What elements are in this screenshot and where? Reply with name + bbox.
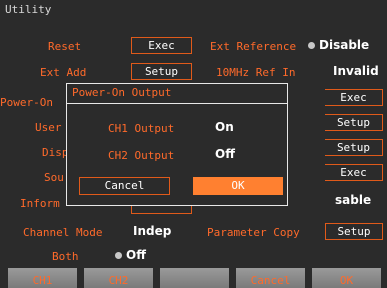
dialog-title: Power-On Output: [72, 86, 172, 99]
ext-add-setup-button[interactable]: Setup: [131, 63, 192, 80]
ch1-output-label: CH1 Output: [108, 122, 175, 135]
reset-label: Reset: [48, 40, 82, 53]
power-on-exec-button[interactable]: Exec: [325, 89, 383, 106]
softkey-blank[interactable]: [160, 268, 229, 288]
user-label[interactable]: User: [35, 121, 62, 134]
softkey-ok[interactable]: OK: [312, 268, 381, 288]
dialog-divider: [67, 103, 287, 104]
both-value[interactable]: Off: [115, 248, 146, 262]
ext-add-label: Ext Add: [40, 66, 87, 79]
ref-10mhz-value: Invalid: [333, 64, 379, 78]
ch2-output-label: CH2 Output: [108, 149, 175, 162]
power-on-label[interactable]: Power-On: [0, 96, 53, 109]
both-value-text: Off: [126, 248, 146, 262]
ch1-output-value[interactable]: On: [215, 120, 234, 134]
ok-button[interactable]: OK: [193, 177, 283, 195]
softkey-bar: CH1 CH2 Cancel OK: [0, 268, 387, 288]
softkey-cancel[interactable]: Cancel: [236, 268, 305, 288]
info-label[interactable]: Inform: [20, 197, 60, 210]
reset-exec-button[interactable]: Exec: [131, 37, 192, 54]
page-title: Utility: [5, 3, 52, 16]
ch2-output-value[interactable]: Off: [215, 147, 235, 161]
info-button[interactable]: [131, 206, 192, 214]
parameter-copy-label: Parameter Copy: [207, 226, 300, 239]
sou-exec-button[interactable]: Exec: [325, 164, 383, 181]
radio-dot-icon: [115, 252, 122, 259]
user-setup-button[interactable]: Setup: [325, 114, 383, 131]
radio-dot-icon: [308, 42, 315, 49]
ref-10mhz-label: 10MHz Ref In: [216, 66, 296, 79]
channel-mode-value[interactable]: Indep: [133, 224, 171, 238]
disp-setup-button[interactable]: Setup: [325, 139, 383, 156]
softkey-ch2[interactable]: CH2: [84, 268, 153, 288]
info-value: sable: [335, 193, 372, 207]
power-on-output-dialog: Power-On Output CH1 Output On CH2 Output…: [66, 83, 288, 206]
disp-label[interactable]: Disp: [42, 146, 69, 159]
utility-screen: Utility Reset Exec Ext Add Setup Power-O…: [0, 0, 387, 288]
parameter-copy-setup-button[interactable]: Setup: [325, 223, 383, 240]
cancel-button[interactable]: Cancel: [79, 177, 170, 195]
softkey-ch1[interactable]: CH1: [8, 268, 77, 288]
sou-label[interactable]: Sou: [44, 171, 64, 184]
channel-mode-label: Channel Mode: [23, 226, 103, 239]
ext-reference-value-text: Disable: [319, 38, 370, 52]
both-label: Both: [52, 250, 79, 263]
ext-reference-label: Ext Reference: [210, 40, 297, 53]
ext-reference-value[interactable]: Disable: [308, 38, 369, 52]
